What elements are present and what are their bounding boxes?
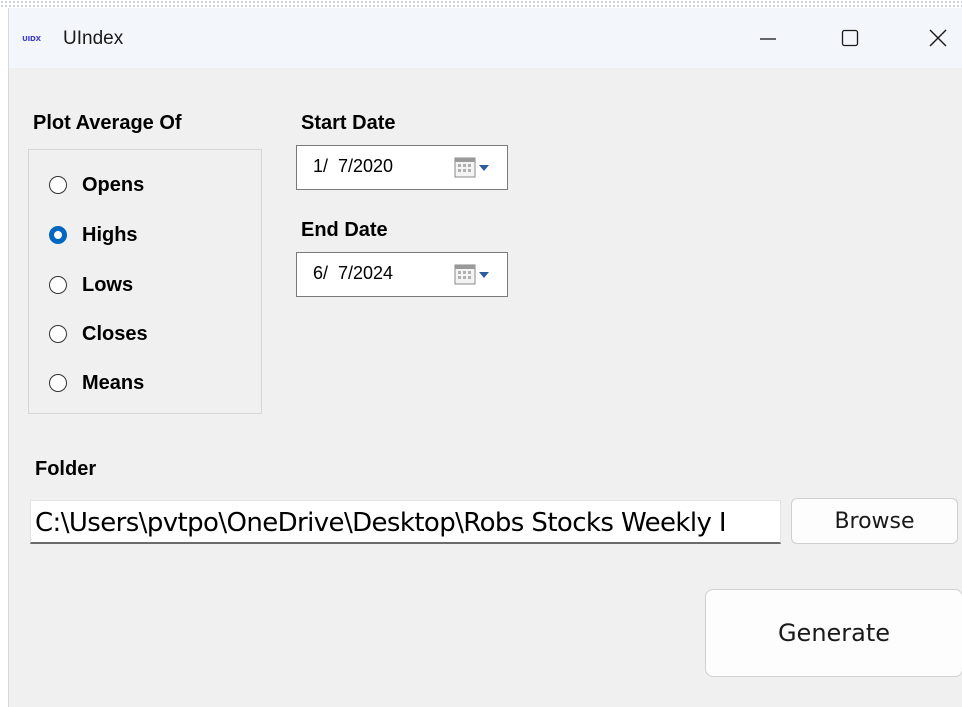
radio-circle-unchecked[interactable] bbox=[49, 325, 67, 343]
generate-button[interactable]: Generate bbox=[705, 589, 962, 677]
minimize-icon bbox=[760, 38, 776, 40]
minimize-button[interactable] bbox=[745, 20, 791, 56]
close-icon bbox=[929, 29, 947, 47]
radio-circle-unchecked[interactable] bbox=[49, 374, 67, 392]
maximize-icon bbox=[841, 29, 859, 47]
app-icon: UIDX bbox=[22, 35, 41, 43]
calendar-dropdown-icon[interactable] bbox=[454, 264, 498, 286]
end-date-picker[interactable]: 6/ 7/2024 bbox=[296, 252, 508, 297]
radio-lows[interactable]: Lows bbox=[49, 270, 133, 300]
folder-path-value: C:\Users\pvtpo\OneDrive\Desktop\Robs Sto… bbox=[35, 508, 727, 538]
end-date-value: 6/ 7/2024 bbox=[313, 263, 394, 283]
background-dotted-border bbox=[0, 0, 962, 8]
radio-label: Means bbox=[82, 371, 145, 394]
radio-label: Closes bbox=[82, 322, 148, 345]
calendar-dropdown-icon[interactable] bbox=[454, 157, 498, 179]
radio-means[interactable]: Means bbox=[49, 368, 144, 398]
app-window: UIDX UIndex Plot Average Of Opens Highs bbox=[8, 8, 962, 707]
folder-path-input[interactable]: C:\Users\pvtpo\OneDrive\Desktop\Robs Sto… bbox=[30, 500, 781, 544]
end-date-label: End Date bbox=[301, 219, 388, 241]
title-bar[interactable]: UIDX UIndex bbox=[9, 8, 962, 68]
window-title: UIndex bbox=[63, 28, 124, 49]
radio-circle-unchecked[interactable] bbox=[49, 176, 67, 194]
radio-label: Highs bbox=[82, 223, 138, 246]
start-date-value: 1/ 7/2020 bbox=[313, 156, 394, 176]
radio-highs[interactable]: Highs bbox=[49, 220, 138, 250]
plot-average-label: Plot Average Of bbox=[33, 112, 182, 134]
browse-button[interactable]: Browse bbox=[791, 498, 958, 544]
radio-label: Lows bbox=[82, 273, 134, 296]
maximize-button[interactable] bbox=[827, 20, 873, 56]
close-button[interactable] bbox=[915, 20, 961, 56]
radio-label: Opens bbox=[82, 173, 145, 196]
radio-circle-unchecked[interactable] bbox=[49, 276, 67, 294]
radio-closes[interactable]: Closes bbox=[49, 319, 148, 349]
radio-opens[interactable]: Opens bbox=[49, 170, 144, 200]
folder-label: Folder bbox=[35, 458, 97, 480]
start-date-label: Start Date bbox=[301, 112, 396, 134]
radio-circle-checked[interactable] bbox=[49, 226, 67, 244]
start-date-picker[interactable]: 1/ 7/2020 bbox=[296, 145, 508, 190]
